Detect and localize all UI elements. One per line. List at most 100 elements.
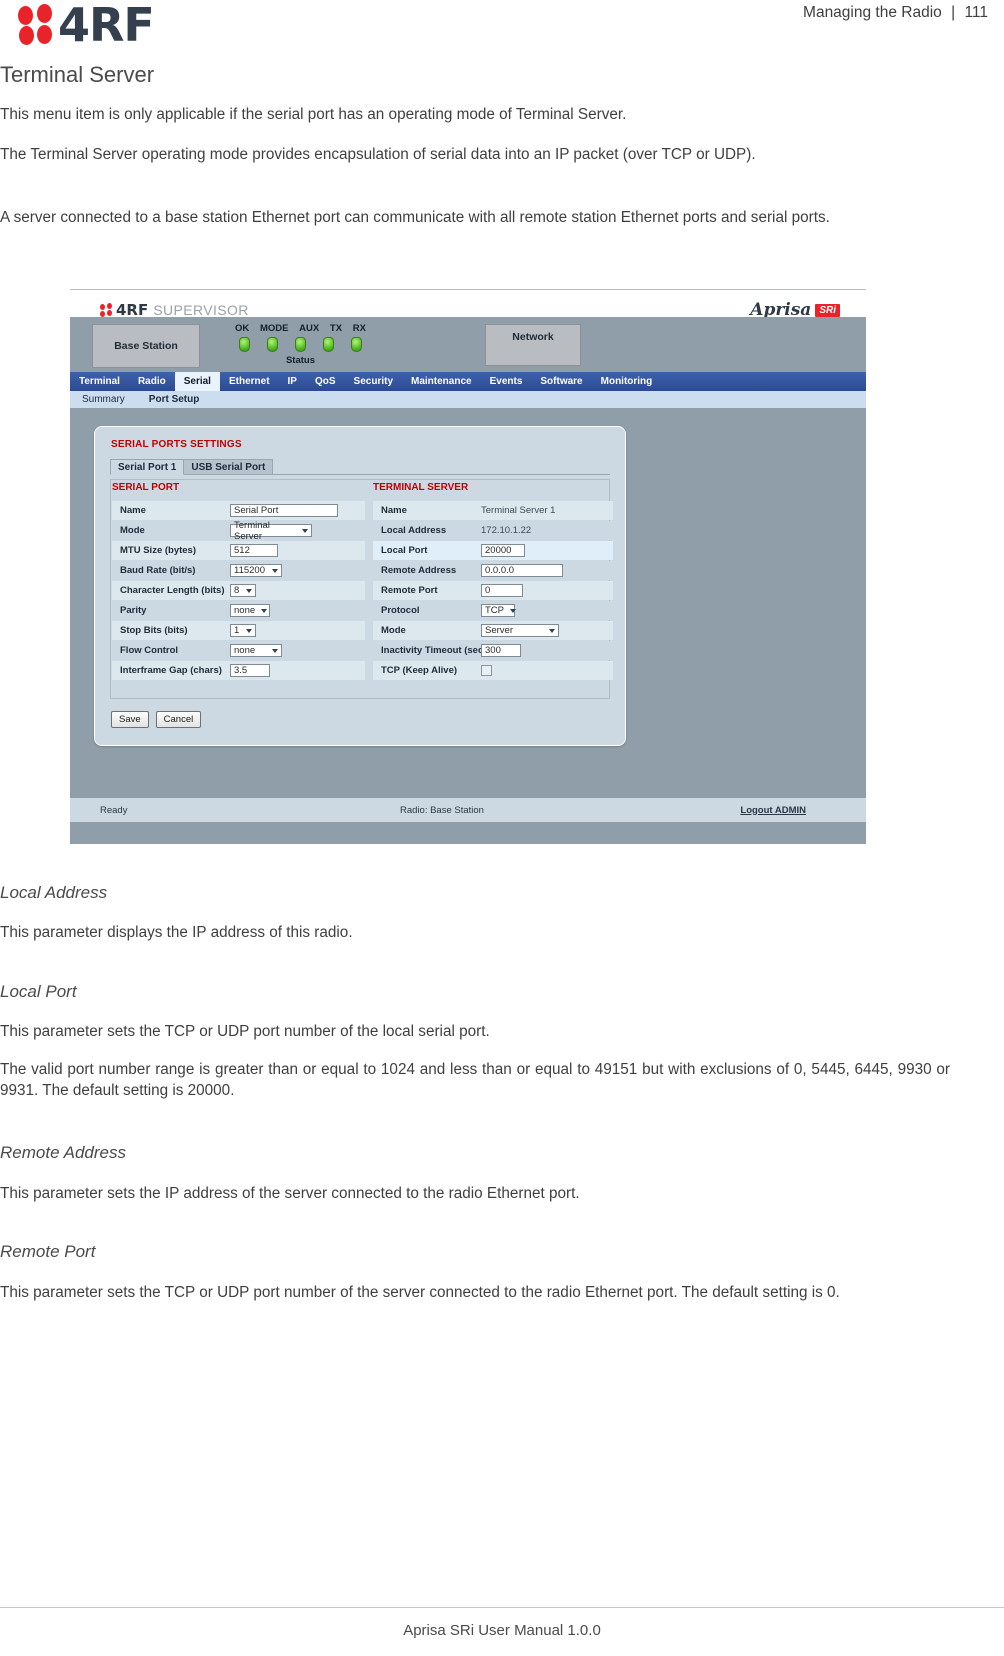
chevron-down-icon [272, 568, 278, 573]
page-title: Terminal Server [0, 62, 155, 87]
chevron-down-icon [246, 628, 252, 633]
field-select-parity[interactable]: none [230, 604, 270, 617]
field-select-value-mode: Server [485, 625, 513, 636]
status-caption: Status [285, 355, 316, 366]
field-input-mtu-size-bytes[interactable]: 512 [230, 544, 278, 557]
tab-serial-port-1[interactable]: Serial Port 1 [110, 459, 185, 475]
param-title-remote-port: Remote Port [0, 1242, 96, 1261]
field-select-flow-control[interactable]: none [230, 644, 282, 657]
field-select-value-parity: none [234, 605, 256, 616]
nav-ethernet[interactable]: Ethernet [220, 372, 279, 391]
sub-navigation: Summary Port Setup [70, 391, 866, 408]
field-label-name: Name [120, 505, 146, 516]
nav-maintenance[interactable]: Maintenance [402, 372, 481, 391]
serial-port-panel: SERIAL PORT Name Serial Port Mode Terminal … [112, 482, 365, 681]
param-text-remote-port: This parameter sets the TCP or UDP port … [0, 1284, 840, 1301]
breadcrumb-separator: | [951, 4, 956, 21]
field-label-parity: Parity [120, 605, 147, 616]
nav-serial[interactable]: Serial [174, 372, 220, 391]
tab-usb-serial-port[interactable]: USB Serial Port [183, 459, 274, 474]
radio-label: Radio: Base Station [400, 804, 484, 816]
serial-port-heading: SERIAL PORT [112, 482, 180, 493]
field-label-name: Name [381, 505, 407, 516]
field-input-remote-address[interactable]: 0.0.0.0 [481, 564, 563, 577]
field-label-local-address: Local Address [381, 525, 447, 536]
led-tx-icon [323, 337, 334, 352]
field-row-flow-control: Flow Control none [112, 641, 365, 660]
field-select-protocol[interactable]: TCP [481, 604, 516, 617]
param-text-local-port-1: This parameter sets the TCP or UDP port … [0, 1023, 490, 1040]
nav-security[interactable]: Security [345, 372, 402, 391]
app-status-strip: Base Station OK MODE AUX TX RX Status Ne… [70, 317, 866, 372]
field-select-character-length-bits[interactable]: 8 [230, 584, 256, 597]
field-row-local-port: Local Port 20000 [373, 541, 613, 560]
field-input-remote-port[interactable]: 0 [481, 584, 523, 597]
manual-footer-text: Aprisa SRi User Manual 1.0.0 [403, 1622, 601, 1639]
nav-radio[interactable]: Radio [129, 372, 175, 391]
field-label-mode: Mode [120, 525, 145, 536]
nav-software[interactable]: Software [531, 372, 591, 391]
field-label-remote-address: Remote Address [381, 565, 457, 576]
running-head: Managing the Radio | 111 [803, 4, 988, 22]
field-select-stop-bits-bits[interactable]: 1 [230, 624, 256, 637]
field-label-mtu-size-bytes: MTU Size (bytes) [120, 545, 197, 556]
field-row-interframe-gap-chars: Interframe Gap (chars) 3.5 [112, 661, 365, 680]
intro-paragraph-2: The Terminal Server operating mode provi… [0, 146, 756, 163]
field-row-parity: Parity none [112, 601, 365, 620]
led-label-mode: MODE [259, 323, 289, 334]
save-button[interactable]: Save [111, 711, 149, 728]
led-label-aux: AUX [299, 323, 320, 334]
nav-events[interactable]: Events [481, 372, 532, 391]
four-dots-icon [18, 4, 56, 46]
app-brand-bar: 4RF SUPERVISOR Aprisa SRi [70, 289, 866, 320]
breadcrumb: Managing the Radio [803, 4, 942, 21]
chevron-down-icon [272, 648, 278, 653]
field-select-value-character-length-bits: 8 [234, 585, 240, 596]
field-input-inactivity-timeout-sec[interactable]: 300 [481, 644, 521, 657]
cancel-button[interactable]: Cancel [155, 711, 202, 728]
four-dots-icon-small [100, 303, 114, 317]
logout-link[interactable]: Logout ADMIN [740, 805, 806, 816]
field-label-tcp-keep-alive: TCP (Keep Alive) [381, 665, 458, 676]
field-select-baud-rate-bit-s[interactable]: 115200 [230, 564, 282, 577]
nav-ip[interactable]: IP [279, 372, 306, 391]
field-row-stop-bits-bits: Stop Bits (bits) 1 [112, 621, 365, 640]
chevron-down-icon [549, 628, 555, 633]
field-input-name[interactable]: Serial Port [230, 504, 338, 517]
supervisor-screenshot: 4RF SUPERVISOR Aprisa SRi Base Station O… [70, 283, 866, 844]
nav-terminal[interactable]: Terminal [70, 372, 129, 391]
intro-paragraph-1: This menu item is only applicable if the… [0, 106, 627, 123]
nav-monitoring[interactable]: Monitoring [592, 372, 662, 391]
form-action-buttons: Save Cancel [111, 711, 202, 728]
field-row-protocol: Protocol TCP [373, 601, 613, 620]
nav-qos[interactable]: QoS [306, 372, 345, 391]
field-select-mode[interactable]: Terminal Server [230, 520, 312, 542]
field-label-baud-rate-bit-s: Baud Rate (bit/s) [120, 565, 196, 576]
field-label-mode: Mode [381, 625, 406, 636]
card-title: SERIAL PORTS SETTINGS [111, 439, 242, 450]
terminal-server-panel: TERMINAL SERVER Name Terminal Server 1 Loc… [373, 482, 613, 681]
field-label-character-length-bits: Character Length (bits) [120, 585, 225, 596]
network-button[interactable]: Network [485, 324, 581, 366]
field-input-interframe-gap-chars[interactable]: 3.5 [230, 664, 270, 677]
param-text-remote-address: This parameter sets the IP address of th… [0, 1185, 580, 1202]
param-title-local-address: Local Address [0, 883, 108, 902]
field-select-value-baud-rate-bit-s: 115200 [234, 565, 265, 576]
field-input-local-port[interactable]: 20000 [481, 544, 525, 557]
field-select-value-mode: Terminal Server [234, 519, 270, 542]
chevron-down-icon [302, 528, 308, 533]
subnav-summary[interactable]: Summary [70, 394, 137, 405]
field-checkbox-tcp-keep-alive[interactable] [481, 665, 492, 676]
base-station-button[interactable]: Base Station [92, 324, 200, 368]
led-label-tx: TX [329, 323, 343, 334]
field-row-character-length-bits: Character Length (bits) 8 [112, 581, 365, 600]
app-brand-supervisor: SUPERVISOR [153, 302, 249, 318]
field-row-inactivity-timeout-sec: Inactivity Timeout (sec) 300 [373, 641, 613, 660]
page-footer: Aprisa SRi User Manual 1.0.0 [0, 1607, 1004, 1656]
field-select-value-flow-control: none [234, 645, 256, 656]
field-label-remote-port: Remote Port [381, 585, 438, 596]
field-select-mode[interactable]: Server [481, 624, 559, 637]
status-led-group: OK MODE AUX TX RX Status [233, 323, 368, 366]
intro-paragraph-3: A server connected to a base station Eth… [0, 209, 830, 226]
subnav-port-setup[interactable]: Port Setup [137, 394, 212, 405]
